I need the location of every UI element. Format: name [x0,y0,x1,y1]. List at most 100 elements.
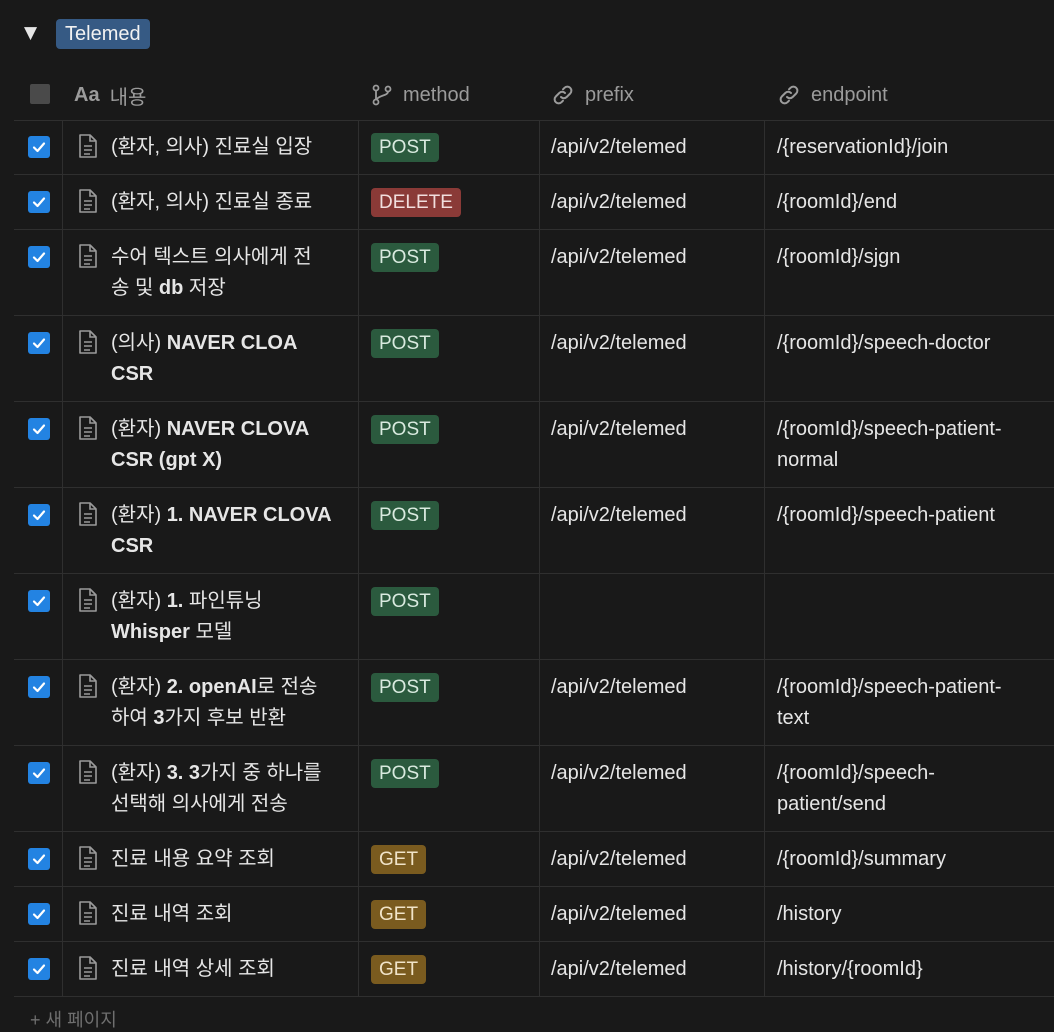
table-row[interactable]: 진료 내역 상세 조회 GET/api/v2/telemed/history/{r… [14,942,1054,997]
row-checkbox[interactable] [28,504,50,526]
new-page-button[interactable]: + 새 페이지 [30,1006,117,1032]
method-badge[interactable]: POST [371,587,439,616]
page-icon [79,189,97,213]
endpoint-value[interactable]: /{roomId}/sjgn [777,242,1042,273]
row-title[interactable]: (환자, 의사) 진료실 입장 [111,132,346,163]
endpoint-line: /{reservationId}/join [777,136,949,158]
check-icon [32,596,46,607]
row-title[interactable]: (환자) 2. openAI로 전송 하여 3가지 후보 반환 [111,672,346,734]
prefix-value[interactable]: /api/v2/telemed [551,844,687,875]
row-checkbox[interactable] [28,590,50,612]
column-divider [62,316,63,401]
method-badge[interactable]: POST [371,501,439,530]
page-icon [79,244,97,268]
row-title[interactable]: 진료 내역 조회 [111,899,346,930]
method-badge[interactable]: POST [371,133,439,162]
row-title[interactable]: (환자, 의사) 진료실 종료 [111,187,346,218]
method-badge[interactable]: POST [371,759,439,788]
column-divider [764,488,765,573]
endpoint-value[interactable]: /{roomId}/speech-patient [777,500,1042,531]
table-row[interactable]: (환자) 1. NAVER CLOVA CSR POST/api/v2/teleme… [14,488,1054,574]
row-checkbox[interactable] [28,136,50,158]
method-badge[interactable]: GET [371,900,427,929]
row-checkbox[interactable] [28,762,50,784]
table-row[interactable]: (의사) NAVER CLOA CSR POST/api/v2/telemed /{r… [14,316,1054,402]
column-header-method-label: method [403,83,470,106]
column-header-prefix[interactable]: prefix [551,70,634,120]
row-checkbox[interactable] [28,676,50,698]
table-row[interactable]: (환자) 2. openAI로 전송 하여 3가지 후보 반환 POST/api/v… [14,660,1054,746]
row-title-segment: 2. openAI [166,676,257,698]
prefix-value[interactable]: /api/v2/telemed [551,500,687,531]
row-title-line: 선택해 의사에게 전송 [111,789,346,820]
row-title[interactable]: 수어 텍스트 의사에게 전송 및 db 저장 [111,242,346,304]
column-header-method[interactable]: method [371,70,470,120]
row-title-segment: 1. [166,590,184,612]
row-title-segment: 가지 후보 반환 [164,707,286,729]
prefix-value[interactable]: /api/v2/telemed [551,672,687,703]
endpoint-line: /{roomId}/summary [777,848,946,870]
group-tag[interactable]: Telemed [56,19,150,49]
endpoint-value[interactable]: /history [777,899,1042,930]
row-title[interactable]: (환자) 1. 파인튜닝 Whisper 모델 [111,586,346,648]
prefix-value[interactable]: /api/v2/telemed [551,328,687,359]
row-title[interactable]: (의사) NAVER CLOA CSR [111,328,346,390]
prefix-value[interactable]: /api/v2/telemed [551,242,687,273]
endpoint-line: /{roomId}/speech-patient- [777,676,1002,698]
row-title[interactable]: (환자) 3. 3가지 중 하나를 선택해 의사에게 전송 [111,758,346,820]
row-title-segment: 로 전송 [256,676,318,698]
table-row[interactable]: (환자) 1. 파인튜닝 Whisper 모델 POST [14,574,1054,660]
table-row[interactable]: 진료 내용 요약 조회 GET/api/v2/telemed /{roomId}/s… [14,832,1054,887]
method-badge[interactable]: GET [371,845,427,874]
column-divider [358,746,359,831]
collapse-toggle-icon[interactable]: ▼ [24,22,42,44]
method-badge[interactable]: POST [371,415,439,444]
endpoint-line: /{roomId}/end [777,191,898,213]
row-title[interactable]: 진료 내역 상세 조회 [111,954,346,985]
endpoint-value[interactable]: /{reservationId}/join [777,132,1042,163]
prefix-value[interactable]: /api/v2/telemed [551,899,687,930]
column-divider [358,942,359,996]
table-row[interactable]: 수어 텍스트 의사에게 전송 및 db 저장 POST/api/v2/teleme… [14,230,1054,316]
method-badge[interactable]: POST [371,329,439,358]
row-checkbox[interactable] [28,332,50,354]
endpoint-value[interactable]: /{roomId}/speech-doctor [777,328,1042,359]
method-badge[interactable]: POST [371,673,439,702]
row-checkbox[interactable] [28,848,50,870]
prefix-value[interactable]: /api/v2/telemed [551,187,687,218]
endpoint-value[interactable]: /{roomId}/speech-patient/send [777,758,1042,820]
row-checkbox[interactable] [28,191,50,213]
row-title[interactable]: 진료 내용 요약 조회 [111,844,346,875]
endpoint-value[interactable]: /{roomId}/summary [777,844,1042,875]
prefix-value[interactable]: /api/v2/telemed [551,414,687,445]
table-row[interactable]: (환자, 의사) 진료실 입장 POST/api/v2/telemed /{rese… [14,120,1054,175]
column-header-endpoint[interactable]: endpoint [777,70,888,120]
method-badge[interactable]: DELETE [371,188,461,217]
prefix-value[interactable]: /api/v2/telemed [551,132,687,163]
row-checkbox[interactable] [28,903,50,925]
column-header-title[interactable]: Aa 내용 [74,70,146,120]
prefix-value[interactable]: /api/v2/telemed [551,758,687,789]
table-row[interactable]: (환자) NAVER CLOVA CSR (gpt X) POST/api/v2/t… [14,402,1054,488]
prefix-value[interactable]: /api/v2/telemed [551,954,687,985]
method-badge[interactable]: POST [371,243,439,272]
select-all-checkbox[interactable] [30,84,50,104]
table-row[interactable]: 진료 내역 조회 GET/api/v2/telemed/history [14,887,1054,942]
endpoint-value[interactable]: /history/{roomId} [777,954,1042,985]
column-divider [539,230,540,315]
endpoint-value[interactable]: /{roomId}/speech-patient-text [777,672,1042,734]
table-row[interactable]: (환자, 의사) 진료실 종료 DELETE/api/v2/telemed /{ro… [14,175,1054,230]
column-divider [62,832,63,886]
endpoint-value[interactable]: /{roomId}/speech-patient-normal [777,414,1042,476]
row-checkbox[interactable] [28,246,50,268]
row-checkbox[interactable] [28,958,50,980]
endpoint-line: /history/{roomId} [777,958,923,980]
table-row[interactable]: (환자) 3. 3가지 중 하나를 선택해 의사에게 전송 POST/api/v2/… [14,746,1054,832]
method-badge[interactable]: GET [371,955,427,984]
check-icon [32,964,46,975]
column-divider [539,175,540,229]
row-title[interactable]: (환자) NAVER CLOVA CSR (gpt X) [111,414,346,476]
endpoint-value[interactable]: /{roomId}/end [777,187,1042,218]
row-checkbox[interactable] [28,418,50,440]
row-title[interactable]: (환자) 1. NAVER CLOVA CSR [111,500,346,562]
